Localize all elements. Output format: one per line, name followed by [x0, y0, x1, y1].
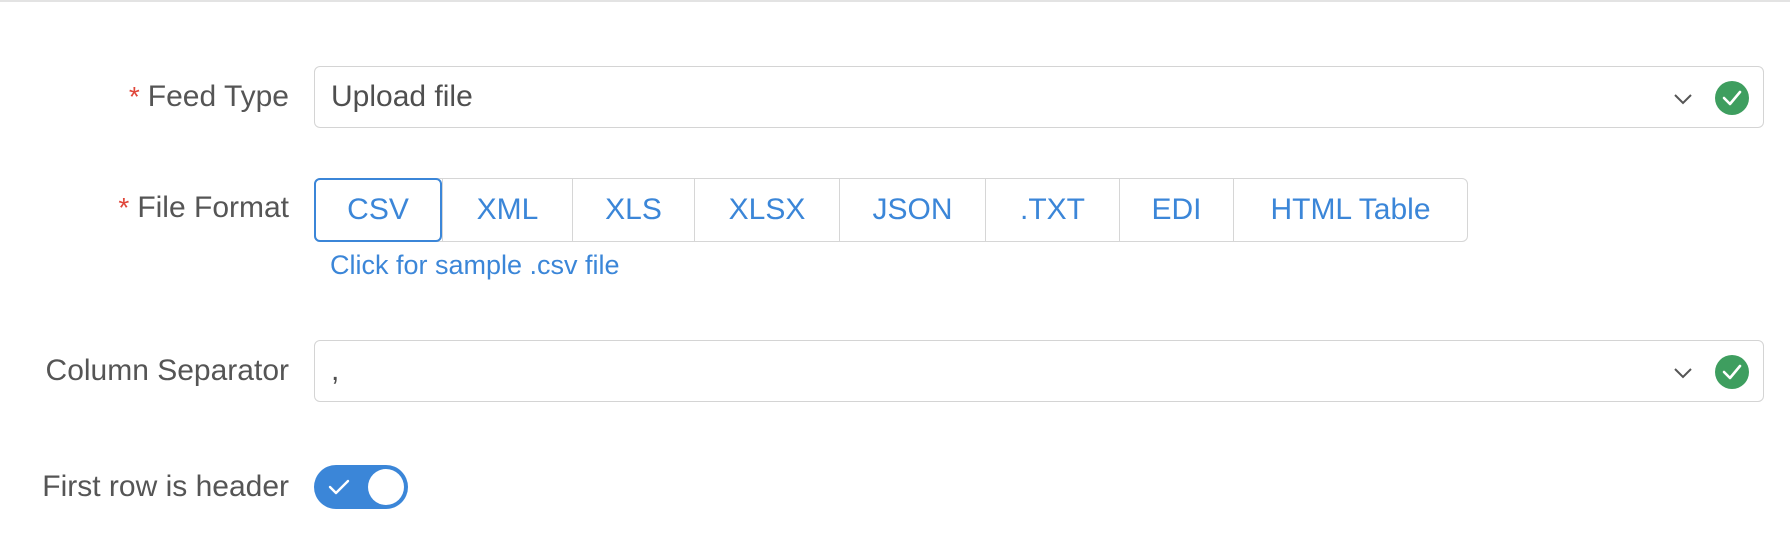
feed-settings-form: * Feed Type Upload file * File Format CSV …: [0, 0, 1790, 554]
feed-type-label-text: Feed Type: [147, 80, 289, 113]
check-icon: [328, 477, 350, 502]
toggle-knob: [368, 469, 404, 505]
column-separator-row: Column Separator ,: [0, 340, 1790, 402]
first-row-header-toggle[interactable]: [314, 465, 408, 509]
feed-type-row: * Feed Type Upload file: [0, 66, 1790, 128]
column-separator-label: Column Separator: [45, 354, 289, 387]
format-option-xlsx[interactable]: XLSX: [694, 179, 839, 241]
required-marker: *: [128, 81, 140, 112]
column-separator-select[interactable]: ,: [314, 340, 1764, 402]
format-option-xls[interactable]: XLS: [572, 179, 694, 241]
feed-type-label: * Feed Type: [129, 79, 289, 115]
file-format-label-text: File Format: [137, 191, 289, 224]
file-format-label: * File Format: [118, 190, 289, 226]
check-circle-icon: [1715, 81, 1749, 115]
format-option-xml[interactable]: XML: [442, 179, 572, 241]
chevron-down-icon: [1671, 361, 1695, 385]
feed-type-select[interactable]: Upload file: [314, 66, 1764, 128]
feed-type-value: Upload file: [331, 80, 473, 113]
first-row-header-row: First row is header: [0, 465, 1790, 509]
chevron-down-icon: [1671, 87, 1695, 111]
first-row-header-label: First row is header: [42, 470, 289, 503]
check-circle-icon: [1715, 355, 1749, 389]
format-option-csv[interactable]: CSV: [314, 178, 442, 242]
format-option-json[interactable]: JSON: [839, 179, 985, 241]
format-option-txt[interactable]: .TXT: [985, 179, 1119, 241]
format-option-html-table[interactable]: HTML Table: [1233, 179, 1467, 241]
file-format-segmented-control: CSV XML XLS XLSX JSON .TXT EDI HTML Tabl…: [314, 178, 1468, 242]
sample-file-link[interactable]: Click for sample .csv file: [330, 248, 620, 282]
format-option-edi[interactable]: EDI: [1119, 179, 1233, 241]
required-marker: *: [118, 192, 130, 223]
column-separator-value: ,: [331, 354, 340, 387]
